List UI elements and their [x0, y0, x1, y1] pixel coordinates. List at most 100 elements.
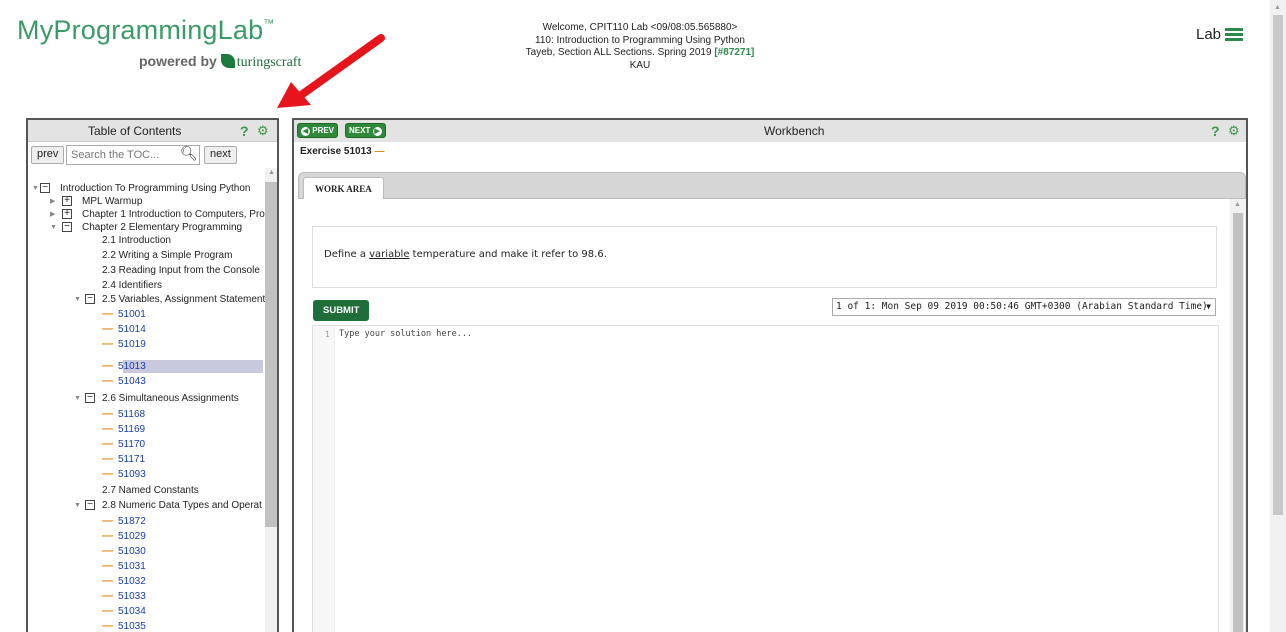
chevron-right-icon: ▶	[372, 127, 382, 136]
tab-bar: WORK AREA	[298, 172, 1246, 200]
page-scrollbar-thumb[interactable]	[1273, 15, 1283, 515]
toc-tree: ▼ − Introduction To Programming Using Py…	[28, 168, 265, 632]
toc-title: Table of Contents	[88, 124, 182, 138]
submit-button[interactable]: SUBMIT	[313, 300, 370, 321]
scroll-up-icon[interactable]: ▲	[1234, 201, 1241, 208]
toc-scrollbar[interactable]: ▲	[265, 168, 277, 632]
code-editor[interactable]: 1 Type your solution here...	[312, 325, 1219, 632]
editor-gutter: 1	[313, 326, 335, 632]
exercise-link[interactable]: 51872	[118, 515, 146, 528]
chevron-left-icon: ◀	[301, 127, 310, 136]
toc-item-label: 2.2 Writing a Simple Program	[102, 250, 233, 261]
collapse-box-icon[interactable]: −	[85, 294, 95, 304]
tab-work-area[interactable]: WORK AREA	[303, 177, 384, 200]
section-line: Tayeb, Section ALL Sections. Spring 2019…	[480, 47, 800, 60]
exercise-link[interactable]: 51014	[118, 323, 146, 336]
prev-exercise-button[interactable]: ◀ PREV	[297, 123, 339, 138]
toc-search-bar: prev 🔍︎ next	[28, 142, 277, 168]
brand-title: MyProgrammingLab™	[17, 15, 275, 46]
exercise-link[interactable]: 51171	[118, 453, 145, 466]
workbench-gear-icon[interactable]: ⚙	[1228, 123, 1240, 139]
toc-item-label: MPL Warmup	[82, 196, 143, 207]
toc-header: Table of Contents ? ⚙	[28, 120, 277, 142]
toc-panel: Table of Contents ? ⚙ prev 🔍︎ next ▼ − I…	[26, 118, 279, 632]
page: MyProgrammingLab™ powered by turingscraft…	[0, 0, 1286, 632]
exercise-link[interactable]: 51032	[118, 575, 146, 588]
scroll-up-icon[interactable]: ▲	[1274, 4, 1281, 11]
attempt-select[interactable]: 1 of 1: Mon Sep 09 2019 00:50:46 GMT+030…	[832, 298, 1216, 316]
collapse-box-icon[interactable]: −	[62, 222, 72, 232]
exercise-link[interactable]: 51031	[118, 560, 146, 573]
editor-placeholder: Type your solution here...	[339, 329, 473, 339]
exercise-link[interactable]: 51168	[118, 408, 145, 421]
brand-logo[interactable]: MyProgrammingLab™ powered by turingscraft	[17, 15, 301, 70]
brand-title-text: MyProgrammingLab	[17, 15, 264, 45]
line-number: 1	[325, 330, 330, 339]
exercise-id: Exercise 51013	[300, 146, 372, 157]
exercise-status-dash: —	[374, 146, 385, 157]
glossary-link[interactable]: variable	[369, 249, 409, 260]
exercise-link[interactable]: 51035	[118, 620, 146, 632]
toc-item-label: 2.1 Introduction	[102, 235, 171, 246]
workbench-title: Workbench	[764, 124, 825, 138]
exercise-link[interactable]: 51013	[118, 360, 146, 373]
welcome-line: Welcome, CPIT110 Lab <09/08:05.565880>	[542, 22, 738, 33]
toc-item-label: 2.4 Identifiers	[102, 280, 163, 291]
exercise-link[interactable]: 51093	[118, 468, 146, 481]
powered-by-text: powered by	[139, 53, 217, 69]
workbench-panel: ◀ PREV NEXT ▶ Workbench ? ⚙ Exercise 510…	[292, 118, 1248, 632]
collapse-box-icon[interactable]: −	[85, 500, 95, 510]
toc-item-label: 2.8 Numeric Data Types and Operat	[102, 500, 262, 511]
next-label: NEXT	[349, 126, 371, 135]
expand-triangle-icon[interactable]: ▼	[74, 392, 81, 405]
exercise-link[interactable]: 51170	[118, 438, 145, 451]
toc-item-label: 2.5 Variables, Assignment Statement	[102, 294, 265, 305]
expand-triangle-icon[interactable]: ▼	[32, 182, 39, 195]
expand-triangle-icon[interactable]: ▶	[50, 208, 55, 221]
exercise-link[interactable]: 51169	[118, 423, 145, 436]
expand-box-icon[interactable]: +	[62, 209, 72, 219]
exercise-link[interactable]: 51001	[118, 308, 146, 321]
toc-scrollbar-thumb[interactable]	[265, 182, 277, 527]
collapse-box-icon[interactable]: −	[40, 183, 50, 193]
exercise-link[interactable]: 51034	[118, 605, 146, 618]
institution-line: KAU	[629, 59, 651, 71]
workbench-scrollbar-thumb[interactable]	[1233, 213, 1243, 632]
toc-prev-button[interactable]: prev	[31, 146, 65, 164]
welcome-info: Welcome, CPIT110 Lab <09/08:05.565880> 1…	[480, 22, 800, 72]
toc-gear-icon[interactable]: ⚙	[257, 123, 269, 139]
course-line: 110: Introduction to Programming Using P…	[535, 34, 745, 46]
attempt-select-value: 1 of 1: Mon Sep 09 2019 00:50:46 GMT+030…	[836, 301, 1208, 312]
exercise-link[interactable]: 51033	[118, 590, 146, 603]
expand-box-icon[interactable]: +	[62, 196, 72, 206]
prev-label: PREV	[312, 126, 335, 135]
scroll-up-icon[interactable]: ▲	[268, 169, 275, 176]
workbench-scrollbar[interactable]: ▲	[1230, 199, 1246, 632]
exercise-link[interactable]: 51043	[118, 375, 146, 388]
expand-triangle-icon[interactable]: ▼	[74, 499, 81, 512]
expand-triangle-icon[interactable]: ▼	[74, 293, 81, 306]
turingscraft-leaf-icon	[220, 54, 235, 68]
hamburger-icon	[1225, 27, 1244, 42]
exercise-link[interactable]: 51030	[118, 545, 146, 558]
red-arrow-annotation	[277, 34, 385, 108]
page-scrollbar[interactable]: ▲	[1270, 0, 1286, 632]
prompt-text: temperature and make it refer to 98.6.	[409, 249, 607, 260]
toc-help-icon[interactable]: ?	[240, 123, 249, 139]
toc-next-button[interactable]: next	[204, 146, 237, 164]
search-icon[interactable]: 🔍︎	[180, 145, 198, 162]
collapse-box-icon[interactable]: −	[85, 393, 95, 403]
next-exercise-button[interactable]: NEXT ▶	[345, 123, 386, 138]
toc-item-label: 2.7 Named Constants	[102, 485, 199, 496]
trademark-mark: ™	[263, 18, 275, 30]
expand-triangle-icon[interactable]: ▶	[50, 195, 55, 208]
workbench-help-icon[interactable]: ?	[1211, 123, 1220, 139]
toc-item-label: 2.6 Simultaneous Assignments	[102, 393, 239, 404]
section-id-link[interactable]: [#87271]	[714, 47, 754, 58]
exercise-link[interactable]: 51029	[118, 530, 146, 543]
exercise-prompt: Define a variable temperature and make i…	[312, 226, 1217, 288]
exercise-link[interactable]: 51019	[118, 338, 146, 351]
toc-item-label: Chapter 1 Introduction to Computers, Pro	[82, 209, 265, 220]
lab-menu-button[interactable]: Lab	[1196, 26, 1244, 43]
expand-triangle-icon[interactable]: ▼	[50, 221, 57, 234]
